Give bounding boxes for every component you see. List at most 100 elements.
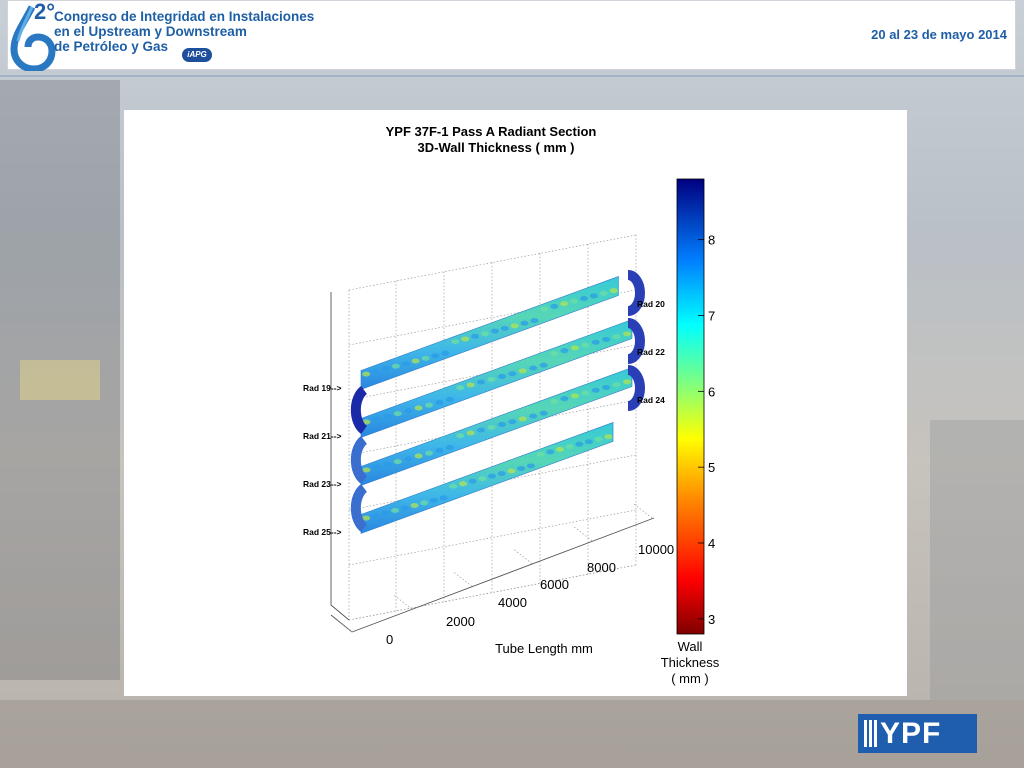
conference-title: Congreso de Integridad en Instalaciones … [54, 9, 314, 54]
grid-line [573, 526, 593, 542]
thickness-spot [612, 334, 621, 340]
x-tick-label: 4000 [498, 595, 527, 610]
thickness-spot [550, 398, 559, 404]
thickness-spot [612, 382, 621, 388]
thickness-spot [445, 445, 454, 451]
thickness-spot [579, 296, 588, 302]
ypf-logo: YPF [858, 714, 977, 753]
thickness-spot [391, 508, 400, 514]
colorbar-tick-label: 6 [708, 384, 715, 399]
colorbar-label-line: Wall [678, 639, 703, 654]
thickness-spot [520, 320, 529, 326]
thickness-spot [441, 350, 450, 356]
thickness-spot [570, 345, 579, 351]
conference-date: 20 al 23 de mayo 2014 [871, 27, 1007, 42]
iapg-badge: iAPG [182, 48, 212, 62]
logo-number: 2° [34, 0, 56, 24]
thickness-spot [424, 402, 433, 408]
thickness-spot [581, 342, 590, 348]
thickness-spot [480, 331, 489, 337]
x-tick-label: 8000 [587, 560, 616, 575]
chart-title: YPF 37F-1 Pass A Radiant Section [386, 124, 597, 139]
thickness-spot [471, 333, 480, 339]
thickness-spot [372, 416, 381, 422]
thickness-spot [478, 476, 487, 482]
thickness-spot [421, 355, 430, 361]
thickness-spot [508, 419, 517, 425]
thickness-spot [468, 478, 477, 484]
tube-labels-left: Rad 19--> Rad 21--> Rad 23--> Rad 25--> [303, 383, 342, 537]
thickness-spot [456, 433, 465, 439]
thickness-spot [604, 434, 613, 440]
chart-subtitle: 3D-Wall Thickness ( mm ) [418, 140, 575, 155]
thickness-spot [602, 336, 611, 342]
thickness-spot [401, 361, 410, 367]
grid-line [453, 572, 473, 587]
thickness-spot [560, 348, 569, 354]
thickness-spot [591, 339, 600, 345]
x-tick-label: 2000 [446, 614, 475, 629]
return-bend [350, 483, 368, 533]
colorbar-tick-label: 8 [708, 233, 715, 248]
thickness-spot [449, 483, 458, 489]
thickness-spot [391, 363, 400, 369]
thickness-spot [530, 318, 539, 324]
thickness-spot [550, 303, 559, 309]
thickness-spot [381, 366, 390, 372]
x-tick-label: 6000 [540, 577, 569, 592]
thickness-spot [439, 495, 448, 501]
thickness-spot [461, 336, 470, 342]
return-bend [350, 385, 368, 435]
colorbar [676, 178, 705, 635]
thickness-spot [383, 461, 392, 467]
wall-thickness-3d-chart: YPF 37F-1 Pass A Radiant Section 3D-Wall… [303, 124, 720, 686]
thickness-spot [393, 411, 402, 417]
tube-label: Rad 21--> [303, 431, 342, 441]
thickness-spot [488, 473, 497, 479]
thickness-spot [497, 471, 506, 477]
tube-label: Rad 25--> [303, 527, 342, 537]
thickness-spot [466, 382, 475, 388]
thickness-spot [540, 306, 549, 312]
thickness-spot [518, 368, 527, 374]
thickness-spot [383, 413, 392, 419]
colorbar-tick-label: 5 [708, 460, 715, 475]
thickness-spot [431, 353, 440, 359]
thickness-spot [510, 323, 519, 329]
axis-line [351, 517, 655, 633]
thickness-spot [550, 350, 559, 356]
thickness-spot [410, 502, 419, 508]
thickness-spot [414, 405, 423, 411]
chart-panel: YPF 37F-1 Pass A Radiant Section 3D-Wall… [124, 110, 907, 696]
thickness-spot [546, 449, 555, 455]
thickness-spot [445, 397, 454, 403]
thickness-spot [529, 365, 538, 371]
thickness-spot [507, 468, 516, 474]
tube-label: Rad 22 [637, 347, 665, 357]
colorbar-tick-label: 7 [708, 309, 715, 324]
thickness-spot [594, 436, 603, 442]
thickness-spot [487, 424, 496, 430]
thickness-spot [602, 384, 611, 390]
thickness-spot [560, 396, 569, 402]
thickness-spot [420, 500, 429, 506]
thickness-spot [609, 288, 618, 294]
colorbar-tick-label: 4 [708, 536, 715, 551]
thickness-spot [466, 430, 475, 436]
conference-header: 2° Congreso de Integridad en Instalacion… [7, 0, 1016, 71]
grid-line [393, 594, 413, 610]
thickness-spot [400, 505, 409, 511]
thickness-spot [372, 464, 381, 470]
thickness-spot [404, 456, 413, 462]
thickness-spot [622, 331, 631, 337]
colorbar-label-line: Thickness [661, 655, 720, 670]
thickness-spot [497, 422, 506, 428]
ypf-logo-text: YPF [880, 717, 942, 750]
x-tick-labels: 0 2000 4000 6000 8000 10000 [386, 542, 674, 647]
tube-label: Rad 24 [637, 395, 665, 405]
thickness-spot [500, 325, 509, 331]
thickness-spot [536, 451, 545, 457]
thickness-spot [435, 447, 444, 453]
thickness-spot [393, 459, 402, 465]
x-axis-label: Tube Length mm [495, 641, 593, 656]
